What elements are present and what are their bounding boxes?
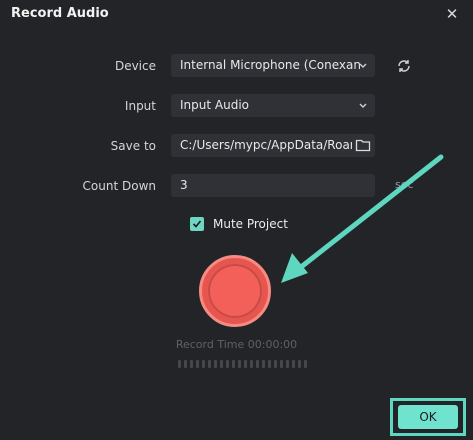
count-down-value: 3 [180,178,188,192]
count-down-input[interactable]: 3 [171,174,375,197]
close-icon[interactable]: ✕ [443,5,461,23]
device-label: Device [114,59,156,73]
record-audio-dialog: Record Audio ✕ Device Internal Microphon… [0,0,473,440]
record-time: Record Time 00:00:00 [175,338,298,351]
input-value: Input Audio [180,98,249,112]
save-to-label: Save to [110,139,156,153]
dialog-title: Record Audio [11,6,109,21]
mute-project-label: Mute Project [213,217,288,231]
count-down-unit: sec [395,178,414,191]
input-label: Input [124,99,156,113]
check-icon [192,220,202,228]
device-value: Internal Microphone (Conexant ISS [180,58,360,72]
refresh-icon[interactable] [396,58,412,74]
folder-icon[interactable] [355,137,371,153]
save-to-value: C:/Users/mypc/AppData/Roan [180,138,352,152]
ok-button[interactable]: OK [398,405,458,429]
count-down-label: Count Down [82,179,156,193]
mute-project-checkbox[interactable] [190,217,204,231]
save-to-field[interactable]: C:/Users/mypc/AppData/Roan [171,134,375,157]
chevron-down-icon [359,63,367,68]
record-button[interactable] [199,255,271,327]
chevron-down-icon [359,103,367,108]
input-select[interactable]: Input Audio [171,94,375,117]
audio-level-meter [178,360,307,368]
device-select[interactable]: Internal Microphone (Conexant ISS [171,54,375,77]
mute-project-option[interactable]: Mute Project [190,217,288,231]
